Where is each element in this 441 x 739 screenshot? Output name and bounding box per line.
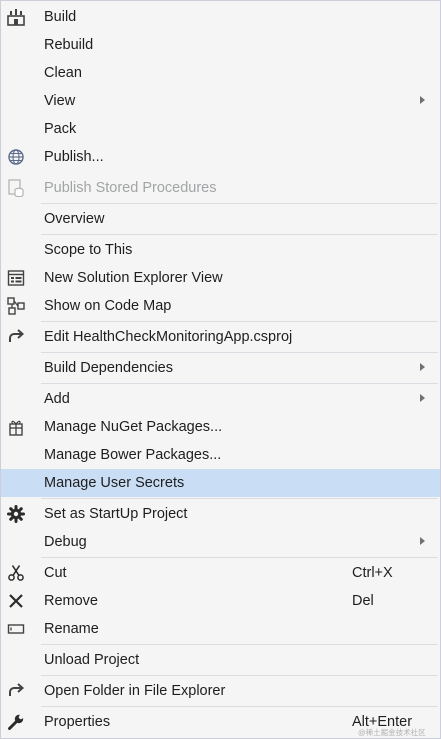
menu-item-add[interactable]: Add <box>1 385 440 413</box>
submenu-arrow-icon <box>420 537 425 545</box>
code-map-icon <box>7 297 25 315</box>
menu-item-manage-user-secrets[interactable]: Manage User Secrets <box>1 469 440 497</box>
menu-separator <box>41 675 438 676</box>
menu-item-label: Remove <box>44 593 98 609</box>
menu-item-label: Publish... <box>44 149 104 165</box>
menu-item-label: Cut <box>44 565 67 581</box>
menu-item-rename[interactable]: Rename <box>1 615 440 643</box>
context-menu: Build Rebuild Clean View Pack Publish... <box>0 0 441 739</box>
watermark-text: @稀土掘金技术社区 <box>358 728 426 737</box>
menu-item-scope-to-this[interactable]: Scope to This <box>1 236 440 264</box>
rename-icon <box>7 620 25 638</box>
menu-item-label: Add <box>44 391 70 407</box>
menu-item-label: Edit HealthCheckMonitoringApp.csproj <box>44 329 293 345</box>
menu-item-rebuild[interactable]: Rebuild <box>1 31 440 59</box>
menu-separator <box>41 234 438 235</box>
menu-item-publish[interactable]: Publish... <box>1 143 440 171</box>
package-icon <box>7 418 25 436</box>
menu-item-label: Overview <box>44 211 105 227</box>
menu-item-publish-stored-procedures: Publish Stored Procedures <box>1 174 440 202</box>
menu-separator <box>41 383 438 384</box>
menu-item-remove[interactable]: Remove Del <box>1 587 440 615</box>
menu-item-label: Publish Stored Procedures <box>44 180 217 196</box>
menu-item-label: Scope to This <box>44 242 133 258</box>
menu-item-set-as-startup-project[interactable]: Set as StartUp Project <box>1 500 440 528</box>
x-icon <box>7 592 25 610</box>
menu-item-label: Pack <box>44 121 77 137</box>
menu-item-build-dependencies[interactable]: Build Dependencies <box>1 354 440 382</box>
scissors-icon <box>7 564 25 582</box>
shortcut-label: Del <box>352 593 374 609</box>
menu-item-label: Show on Code Map <box>44 298 172 314</box>
menu-separator <box>41 498 438 499</box>
window-icon <box>7 269 25 287</box>
menu-separator <box>41 706 438 707</box>
menu-separator <box>41 203 438 204</box>
menu-item-label: Properties <box>44 714 111 730</box>
menu-item-debug[interactable]: Debug <box>1 528 440 556</box>
menu-item-label: Build Dependencies <box>44 360 173 376</box>
menu-item-label: Rename <box>44 621 99 637</box>
menu-item-label: Open Folder in File Explorer <box>44 683 226 699</box>
redo-arrow-icon <box>7 682 25 700</box>
menu-item-new-solution-explorer-view[interactable]: New Solution Explorer View <box>1 264 440 292</box>
menu-separator <box>41 644 438 645</box>
menu-item-label: New Solution Explorer View <box>44 270 223 286</box>
redo-arrow-icon <box>7 328 25 346</box>
submenu-arrow-icon <box>420 394 425 402</box>
menu-item-label: Manage User Secrets <box>44 475 185 491</box>
menu-item-show-on-code-map[interactable]: Show on Code Map <box>1 292 440 320</box>
menu-item-unload-project[interactable]: Unload Project <box>1 646 440 674</box>
wrench-icon <box>7 713 25 731</box>
menu-item-view[interactable]: View <box>1 87 440 115</box>
build-icon <box>7 8 25 26</box>
menu-item-manage-bower-packages[interactable]: Manage Bower Packages... <box>1 441 440 469</box>
menu-item-pack[interactable]: Pack <box>1 115 440 143</box>
menu-item-label: Rebuild <box>44 37 94 53</box>
menu-item-label: Manage NuGet Packages... <box>44 419 223 435</box>
menu-separator <box>41 321 438 322</box>
menu-separator <box>41 352 438 353</box>
menu-item-label: Debug <box>44 534 87 550</box>
menu-item-cut[interactable]: Cut Ctrl+X <box>1 559 440 587</box>
menu-item-label: Build <box>44 9 77 25</box>
menu-item-label: Unload Project <box>44 652 140 668</box>
menu-item-label: Set as StartUp Project <box>44 506 188 522</box>
menu-item-open-folder-in-file-explorer[interactable]: Open Folder in File Explorer <box>1 677 440 705</box>
menu-item-label: Manage Bower Packages... <box>44 447 222 463</box>
database-icon <box>7 179 25 197</box>
gear-icon <box>7 505 25 523</box>
menu-item-label: Clean <box>44 65 82 81</box>
menu-item-label: View <box>44 93 76 109</box>
menu-separator <box>41 557 438 558</box>
menu-item-clean[interactable]: Clean <box>1 59 440 87</box>
menu-item-overview[interactable]: Overview <box>1 205 440 233</box>
menu-item-build[interactable]: Build <box>1 3 440 31</box>
submenu-arrow-icon <box>420 363 425 371</box>
submenu-arrow-icon <box>420 96 425 104</box>
menu-item-edit-project-file[interactable]: Edit HealthCheckMonitoringApp.csproj <box>1 323 440 351</box>
globe-icon <box>7 148 25 166</box>
shortcut-label: Ctrl+X <box>352 565 393 581</box>
menu-item-manage-nuget-packages[interactable]: Manage NuGet Packages... <box>1 413 440 441</box>
